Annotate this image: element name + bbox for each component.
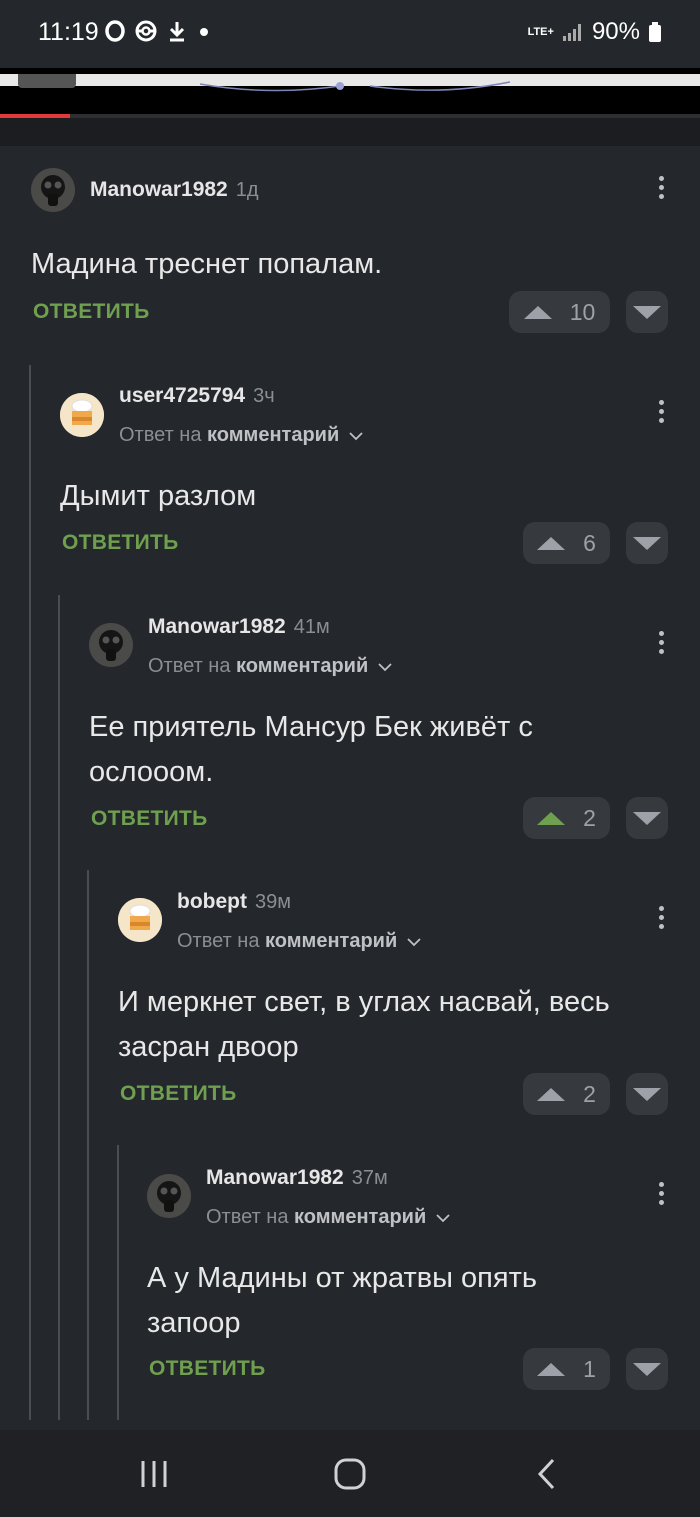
back-icon[interactable]: [535, 1457, 559, 1491]
network-type: LTE+: [527, 26, 554, 38]
comment-time: 41м: [293, 616, 330, 638]
battery-icon: [649, 22, 661, 42]
comment-time: 3ч: [253, 385, 275, 407]
upvote-icon: [537, 536, 566, 550]
reply-to[interactable]: Ответ на комментарий: [119, 424, 363, 447]
downvote-button[interactable]: [626, 1348, 668, 1390]
status-right: LTE+ 90%: [528, 18, 662, 46]
downvote-icon: [633, 1088, 661, 1101]
reply-to[interactable]: Ответ на комментарий: [148, 655, 392, 678]
avatar[interactable]: [31, 168, 75, 212]
post-image-strip: [0, 68, 700, 118]
comment-time: 1д: [235, 179, 259, 201]
downvote-button[interactable]: [626, 291, 668, 333]
reply-button[interactable]: ОТВЕТИТЬ: [149, 1357, 266, 1381]
dot-icon: [200, 28, 208, 36]
downvote-icon: [633, 1363, 661, 1376]
avatar[interactable]: [89, 623, 133, 667]
gas-mask-icon: [31, 168, 75, 212]
username[interactable]: Manowar1982 41м: [148, 615, 330, 639]
reply-button[interactable]: ОТВЕТИТЬ: [33, 300, 150, 324]
chevron-down-icon: [349, 432, 363, 441]
avatar[interactable]: [147, 1174, 191, 1218]
vote-count: 1: [583, 1355, 596, 1382]
status-time: 11:19: [38, 18, 99, 46]
reply-button[interactable]: ОТВЕТИТЬ: [91, 807, 208, 831]
gas-mask-icon: [147, 1174, 191, 1218]
downvote-icon: [633, 812, 661, 825]
upvote-button[interactable]: 6: [523, 522, 610, 564]
username[interactable]: Manowar1982 37м: [206, 1166, 388, 1190]
more-options-icon[interactable]: [657, 400, 665, 428]
upvote-icon: [537, 1362, 566, 1376]
vote-count: 2: [583, 804, 596, 831]
thread-line-level-2: [58, 595, 60, 1420]
thread-line-level-4: [117, 1145, 119, 1420]
username[interactable]: user4725794 3ч: [119, 384, 275, 408]
system-nav-bar: [0, 1430, 700, 1517]
comment-text: И меркнет свет, в углах насвай, весь зас…: [118, 986, 610, 1063]
more-options-icon[interactable]: [657, 1182, 665, 1210]
downvote-button[interactable]: [626, 522, 668, 564]
reply-to[interactable]: Ответ на комментарий: [206, 1206, 450, 1229]
pokeball-icon: [135, 20, 157, 42]
chevron-down-icon: [378, 663, 392, 672]
upvote-icon: [523, 305, 552, 319]
status-bar: 11:19 LTE+ 90%: [0, 0, 700, 68]
image-decoration: [199, 81, 511, 92]
vote-count: 6: [583, 529, 596, 556]
avatar[interactable]: [60, 393, 104, 437]
reply-to[interactable]: Ответ на комментарий: [177, 930, 421, 953]
more-options-icon[interactable]: [657, 906, 665, 934]
chevron-down-icon: [436, 1214, 450, 1223]
downvote-button[interactable]: [626, 1073, 668, 1115]
more-options-icon[interactable]: [657, 631, 665, 659]
comment-text: Мадина треснет попалам.: [31, 248, 383, 280]
upvote-button[interactable]: 2: [523, 1073, 610, 1115]
battery-percent: 90%: [591, 18, 640, 45]
upvote-button[interactable]: 2: [523, 797, 610, 839]
vote-count: 2: [583, 1080, 596, 1107]
home-icon[interactable]: [333, 1457, 367, 1491]
cook-avatar-icon: [60, 393, 104, 437]
comment-text: Ее приятель Мансур Бек живёт с ослооом.: [89, 711, 533, 788]
recent-apps-icon[interactable]: [138, 1458, 170, 1490]
gas-mask-icon: [89, 623, 133, 667]
download-icon: [169, 22, 185, 42]
avatar[interactable]: [118, 898, 162, 942]
username[interactable]: Manowar1982 1д: [90, 178, 259, 202]
cook-avatar-icon: [118, 898, 162, 942]
thread-line-level-1: [29, 365, 31, 1420]
username[interactable]: bobept 39м: [177, 890, 291, 914]
comment-time: 39м: [254, 891, 291, 913]
downvote-icon: [633, 306, 661, 319]
comment-text: Дымит разлом: [60, 480, 257, 512]
reply-button[interactable]: ОТВЕТИТЬ: [62, 531, 179, 555]
upvote-icon: [537, 1087, 566, 1101]
upvote-button[interactable]: 10: [509, 291, 610, 333]
vote-count: 10: [569, 298, 596, 325]
more-options-icon[interactable]: [657, 176, 665, 204]
upvote-button[interactable]: 1: [523, 1348, 610, 1390]
upvote-icon: [537, 811, 566, 825]
section-divider: [0, 118, 700, 146]
signal-icon: [562, 24, 581, 41]
comment-time: 37м: [351, 1167, 388, 1189]
image-tab: [18, 74, 76, 88]
thread-line-level-3: [87, 870, 89, 1420]
downvote-button[interactable]: [626, 797, 668, 839]
downvote-icon: [633, 537, 661, 550]
opera-icon: [105, 20, 125, 42]
notification-icons: [105, 20, 211, 42]
chevron-down-icon: [407, 938, 421, 947]
reply-button[interactable]: ОТВЕТИТЬ: [120, 1082, 237, 1106]
comment-text: А у Мадины от жратвы опять запоор: [147, 1262, 537, 1339]
